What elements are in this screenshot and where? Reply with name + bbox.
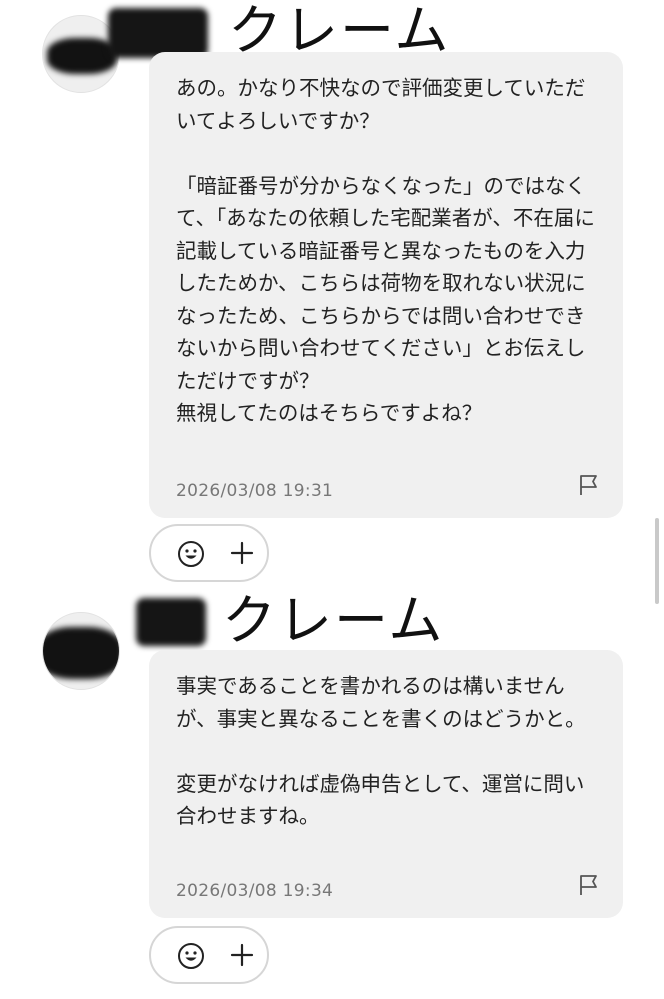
username-redaction bbox=[108, 8, 208, 58]
sender-label: クレーム bbox=[222, 589, 445, 652]
message-bubble: あの。かなり不快なので評価変更していただいてよろしいですか？ 「暗証番号が分から… bbox=[149, 52, 623, 518]
message-timestamp: 2026/03/08 19:31 bbox=[176, 481, 334, 501]
avatar[interactable] bbox=[42, 612, 120, 690]
flag-icon[interactable] bbox=[579, 474, 599, 496]
plus-icon[interactable] bbox=[229, 942, 255, 968]
reaction-bar bbox=[149, 926, 269, 984]
plus-icon[interactable] bbox=[229, 540, 255, 566]
reaction-bar bbox=[149, 524, 269, 582]
message-timestamp: 2026/03/08 19:34 bbox=[176, 881, 334, 901]
scrollbar[interactable] bbox=[655, 518, 659, 604]
avatar-redaction bbox=[43, 627, 119, 679]
flag-icon[interactable] bbox=[579, 874, 599, 896]
avatar-redaction bbox=[47, 38, 117, 74]
message-bubble: 事実であることを書かれるのは構いませんが、事実と異なることを書くのはどうかと。 … bbox=[149, 650, 623, 918]
username-redaction bbox=[136, 598, 206, 646]
smiley-icon[interactable] bbox=[177, 942, 205, 970]
message-text: あの。かなり不快なので評価変更していただいてよろしいですか？ 「暗証番号が分から… bbox=[176, 76, 595, 425]
message-text: 事実であることを書かれるのは構いませんが、事実と異なることを書くのはどうかと。 … bbox=[176, 674, 586, 828]
smiley-icon[interactable] bbox=[177, 540, 205, 568]
sender-label: クレーム bbox=[228, 0, 451, 62]
